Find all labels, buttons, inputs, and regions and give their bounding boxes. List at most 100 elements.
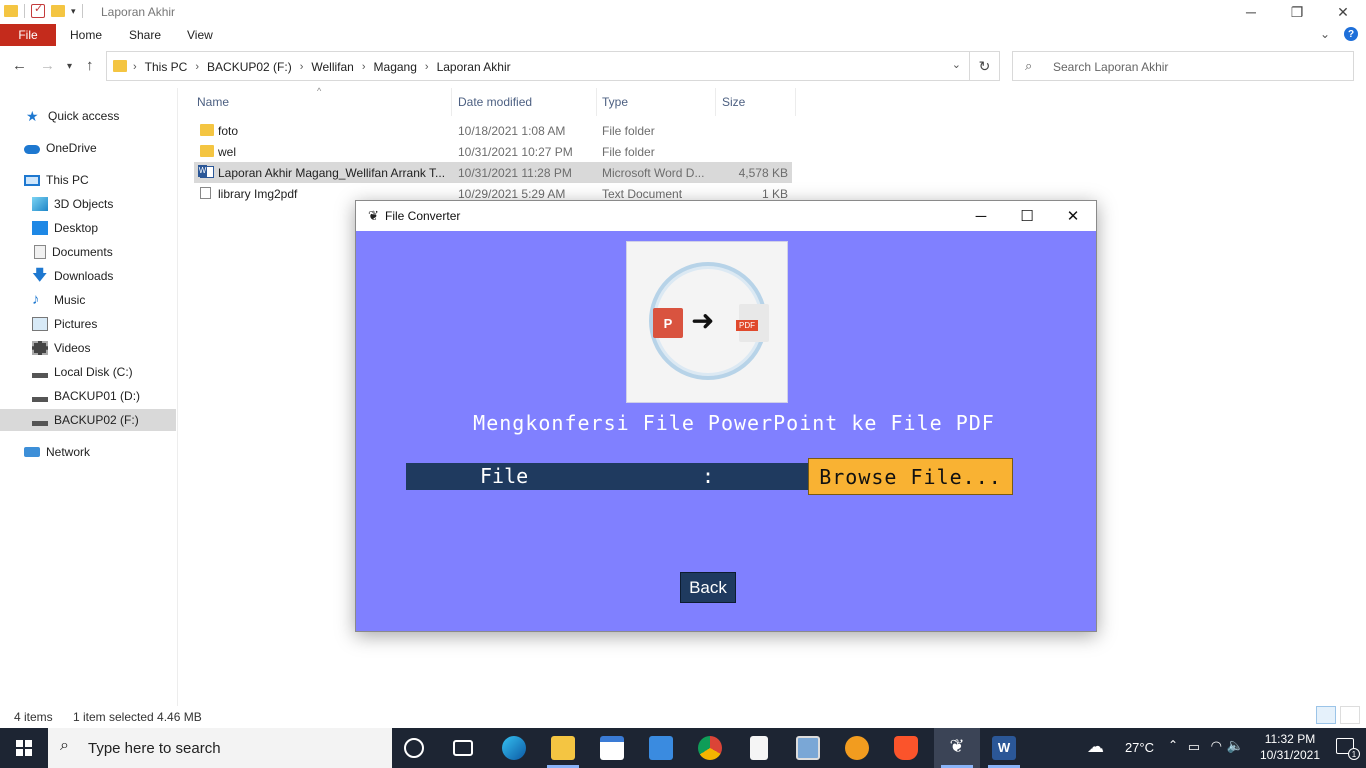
cortana-icon[interactable]: [404, 738, 424, 758]
breadcrumb-item[interactable]: Wellifan: [311, 60, 353, 74]
battery-icon[interactable]: ▭: [1188, 739, 1200, 755]
column-divider[interactable]: [451, 88, 452, 116]
recent-locations-chevron-down-icon[interactable]: ▾: [67, 61, 72, 72]
address-toolbar: ← → ▾ ↑ › This PC › BACKUP02 (F:) › Well…: [0, 48, 1366, 84]
edge-browser-icon[interactable]: [502, 736, 526, 760]
task-view-icon[interactable]: [453, 740, 473, 756]
close-icon[interactable]: ✕: [1050, 201, 1096, 231]
sidebar-item-label: BACKUP01 (D:): [54, 389, 141, 403]
chrome-icon[interactable]: [698, 736, 722, 760]
word-icon[interactable]: W: [988, 736, 1020, 768]
column-header-date-modified[interactable]: Date modified: [458, 95, 532, 109]
breadcrumb-item[interactable]: This PC: [145, 60, 188, 74]
close-icon[interactable]: ✕: [1320, 0, 1366, 24]
browse-file-button[interactable]: Browse File...: [808, 458, 1013, 495]
weather-cloud-icon[interactable]: ☁: [1087, 737, 1104, 757]
breadcrumb-item[interactable]: BACKUP02 (F:): [207, 60, 292, 74]
notification-badge: 1: [1348, 748, 1360, 760]
refresh-icon[interactable]: ↻: [970, 51, 1000, 81]
notepad-icon[interactable]: [750, 736, 768, 760]
tab-view[interactable]: View: [187, 28, 213, 42]
divider: [81, 4, 83, 18]
column-divider[interactable]: [715, 88, 716, 116]
up-arrow-icon[interactable]: ↑: [86, 57, 94, 74]
properties-icon[interactable]: [31, 2, 45, 18]
start-button[interactable]: [0, 728, 48, 768]
weather-temperature[interactable]: 27°C: [1125, 740, 1154, 755]
file-type: File folder: [602, 145, 655, 159]
sidebar-item-backup02-f[interactable]: BACKUP02 (F:): [0, 409, 176, 431]
arrow-right-icon: ➜: [691, 305, 715, 336]
details-view-icon[interactable]: [1316, 706, 1336, 724]
large-icons-view-icon[interactable]: [1340, 706, 1360, 724]
new-folder-icon[interactable]: [51, 5, 65, 17]
back-button[interactable]: Back: [680, 572, 736, 603]
brave-browser-icon[interactable]: [894, 736, 918, 760]
file-row-laporan-akhir[interactable]: Laporan Akhir Magang_Wellifan Arrank T..…: [194, 162, 792, 183]
tab-share[interactable]: Share: [129, 28, 161, 42]
dialog-window-controls: ─ ☐ ✕: [958, 201, 1096, 231]
taskbar-search-input[interactable]: ⌕ Type here to search: [48, 728, 392, 768]
show-hidden-icons-chevron-up-icon[interactable]: ⌃: [1168, 738, 1178, 752]
remote-desktop-icon[interactable]: [796, 736, 820, 760]
search-input[interactable]: ⌕ Search Laporan Akhir: [1012, 51, 1354, 81]
sidebar-item-videos[interactable]: Videos: [0, 337, 176, 359]
powerpoint-icon: P: [653, 308, 683, 338]
python-feather-icon[interactable]: ❦: [941, 736, 973, 768]
sidebar-item-local-disk-c[interactable]: Local Disk (C:): [0, 361, 176, 383]
column-divider[interactable]: [596, 88, 597, 116]
wifi-icon[interactable]: ◠: [1211, 738, 1222, 754]
breadcrumb-item[interactable]: Laporan Akhir: [437, 60, 511, 74]
taskbar-search-placeholder: Type here to search: [88, 740, 221, 757]
address-bar[interactable]: › This PC › BACKUP02 (F:) › Wellifan › M…: [106, 51, 970, 81]
file-row-wel[interactable]: wel 10/31/2021 10:27 PM File folder: [194, 141, 792, 162]
breadcrumb-item[interactable]: Magang: [374, 60, 417, 74]
sidebar-item-downloads[interactable]: 🡇 Downloads: [0, 265, 176, 287]
file-name: foto: [218, 124, 239, 138]
clock-time: 11:32 PM: [1264, 732, 1316, 746]
file-converter-window: ❦ File Converter ─ ☐ ✕ P ➜ PDF Mengkonfe…: [355, 200, 1097, 632]
sidebar-item-backup01-d[interactable]: BACKUP01 (D:): [0, 385, 176, 407]
address-history-chevron-down-icon[interactable]: ⌄: [952, 58, 961, 71]
sidebar-item-quick-access[interactable]: ★ Quick access: [0, 105, 176, 127]
divider: [24, 4, 25, 18]
sidebar-item-onedrive[interactable]: OneDrive: [0, 137, 176, 159]
customize-toolbar-chevron-down-icon[interactable]: ▾: [71, 6, 76, 17]
column-header-name[interactable]: Name: [197, 95, 229, 109]
pictures-icon: [32, 317, 48, 331]
system-clock[interactable]: 11:32 PM 10/31/2021: [1260, 731, 1320, 763]
sidebar-item-desktop[interactable]: Desktop: [0, 217, 176, 239]
file-type: Microsoft Word D...: [602, 166, 705, 180]
status-bar: 4 items 1 item selected 4.46 MB: [0, 706, 1366, 728]
mail-icon[interactable]: [649, 736, 673, 760]
sidebar-item-network[interactable]: Network: [0, 441, 176, 463]
volume-icon[interactable]: 🔈: [1227, 737, 1244, 754]
tab-file[interactable]: File: [0, 24, 56, 46]
microsoft-store-icon[interactable]: [600, 736, 624, 760]
file-row-foto[interactable]: foto 10/18/2021 1:08 AM File folder: [194, 120, 792, 141]
breadcrumb-separator: ›: [424, 61, 429, 73]
tab-home[interactable]: Home: [70, 28, 102, 42]
file-explorer-icon[interactable]: [547, 736, 579, 768]
sidebar-item-this-pc[interactable]: This PC: [0, 169, 176, 191]
column-header-type[interactable]: Type: [602, 95, 628, 109]
column-header-size[interactable]: Size: [722, 95, 745, 109]
restore-icon[interactable]: ❐: [1274, 0, 1320, 24]
selection-info: 1 item selected 4.46 MB: [73, 710, 202, 724]
sidebar-item-label: Local Disk (C:): [54, 365, 133, 379]
expand-ribbon-chevron-down-icon[interactable]: ⌄: [1320, 27, 1330, 41]
column-divider[interactable]: [795, 88, 796, 116]
back-arrow-icon[interactable]: ←: [12, 57, 27, 74]
sidebar-item-3d-objects[interactable]: 3D Objects: [0, 193, 176, 215]
file-date: 10/18/2021 1:08 AM: [458, 124, 566, 138]
sidebar-item-pictures[interactable]: Pictures: [0, 313, 176, 335]
sidebar-item-music[interactable]: ♪ Music: [0, 289, 176, 311]
minimize-icon[interactable]: ─: [1228, 0, 1274, 24]
minimize-icon[interactable]: ─: [958, 201, 1004, 231]
ppt-to-pdf-logo: P ➜ PDF: [626, 241, 788, 403]
maximize-icon[interactable]: ☐: [1004, 201, 1050, 231]
vpn-shield-icon[interactable]: [845, 736, 869, 760]
sidebar-item-documents[interactable]: Documents: [0, 241, 176, 263]
help-icon[interactable]: ?: [1344, 27, 1358, 41]
forward-arrow-icon[interactable]: →: [40, 57, 55, 74]
